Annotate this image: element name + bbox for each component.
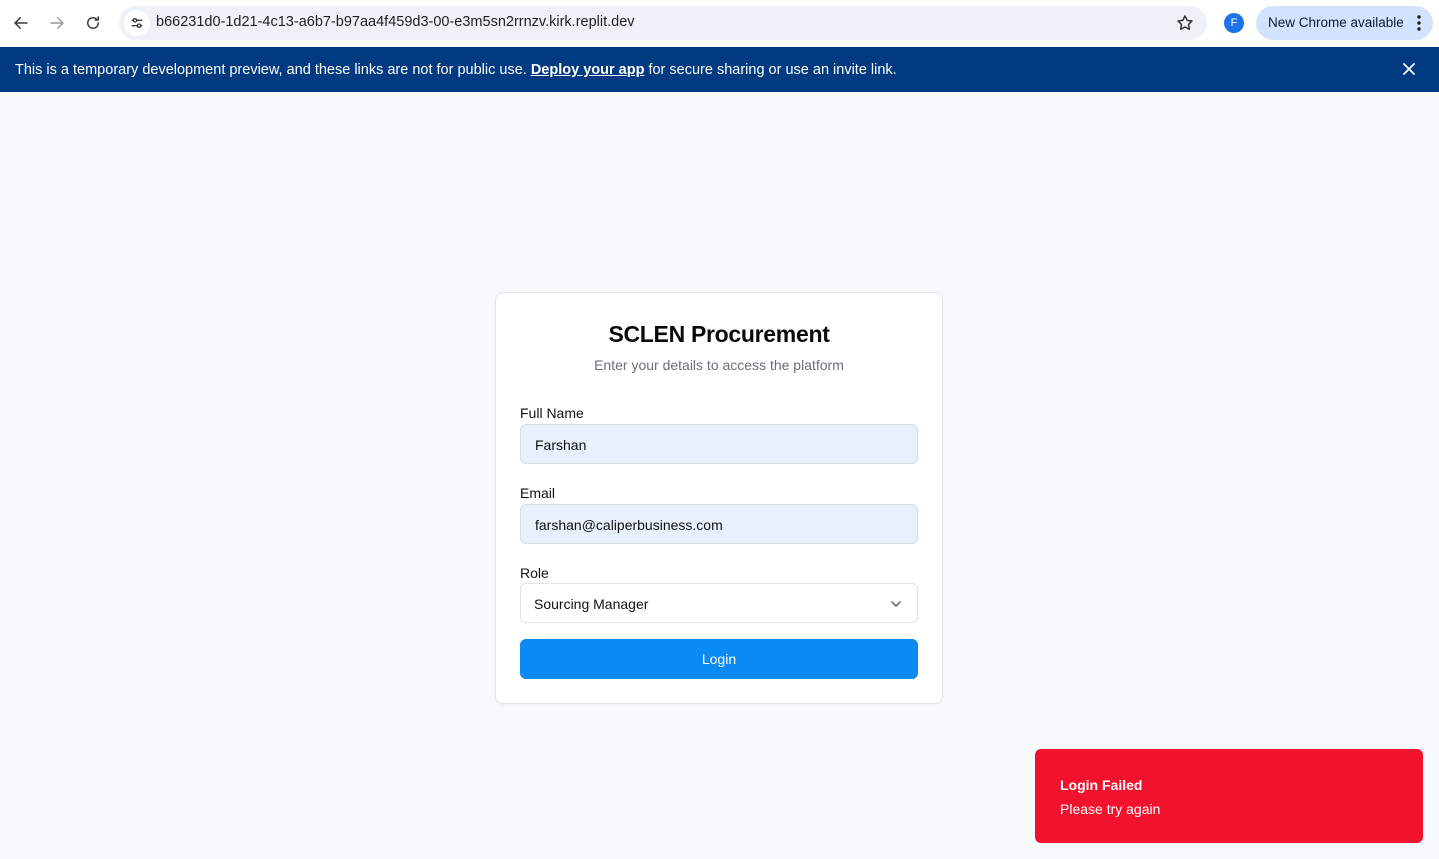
full-name-field[interactable]: Farshan	[520, 424, 918, 464]
back-button[interactable]	[7, 9, 35, 37]
chevron-down-icon	[891, 601, 901, 607]
site-info-button[interactable]	[124, 10, 150, 36]
login-button[interactable]: Login	[520, 639, 918, 679]
profile-avatar[interactable]: F	[1224, 13, 1244, 33]
arrow-left-icon	[14, 17, 28, 29]
address-bar[interactable]: b66231d0-1d21-4c13-a6b7-b97aa4f459d3-00-…	[119, 6, 1207, 40]
chrome-update-label: New Chrome available	[1268, 15, 1404, 30]
full-name-value: Farshan	[535, 437, 587, 453]
toast-title: Login Failed	[1060, 777, 1143, 793]
role-value: Sourcing Manager	[534, 596, 649, 612]
deploy-app-link[interactable]: Deploy your app	[531, 62, 645, 78]
browser-toolbar: b66231d0-1d21-4c13-a6b7-b97aa4f459d3-00-…	[0, 0, 1439, 47]
page-title: SCLEN Procurement	[608, 321, 830, 347]
banner-text-before: This is a temporary development preview,…	[15, 62, 527, 78]
full-name-label: Full Name	[520, 405, 584, 421]
email-value: farshan@caliperbusiness.com	[535, 517, 723, 533]
close-icon[interactable]	[1401, 61, 1417, 77]
chrome-update-button[interactable]: New Chrome available	[1256, 6, 1433, 40]
arrow-right-icon	[50, 17, 64, 29]
banner-message: This is a temporary development preview,…	[15, 62, 897, 78]
dev-preview-banner: This is a temporary development preview,…	[0, 47, 1439, 92]
email-label: Email	[520, 485, 556, 501]
role-label: Role	[520, 565, 549, 581]
page-subtitle: Enter your details to access the platfor…	[594, 357, 844, 373]
banner-text-after: for secure sharing or use an invite link…	[648, 62, 897, 78]
more-vert-icon[interactable]	[1417, 15, 1421, 31]
reload-icon	[87, 16, 99, 29]
role-select[interactable]: Sourcing Manager	[520, 583, 918, 623]
forward-button[interactable]	[43, 9, 71, 37]
bookmark-star-icon[interactable]	[1175, 13, 1195, 33]
url-text[interactable]: b66231d0-1d21-4c13-a6b7-b97aa4f459d3-00-…	[156, 14, 635, 30]
error-toast[interactable]: Login Failed Please try again	[1035, 749, 1423, 843]
email-field[interactable]: farshan@caliperbusiness.com	[520, 504, 918, 544]
toast-description: Please try again	[1060, 801, 1161, 817]
reload-button[interactable]	[79, 9, 107, 37]
tune-icon	[131, 18, 143, 28]
login-card: SCLEN Procurement Enter your details to …	[495, 292, 943, 704]
